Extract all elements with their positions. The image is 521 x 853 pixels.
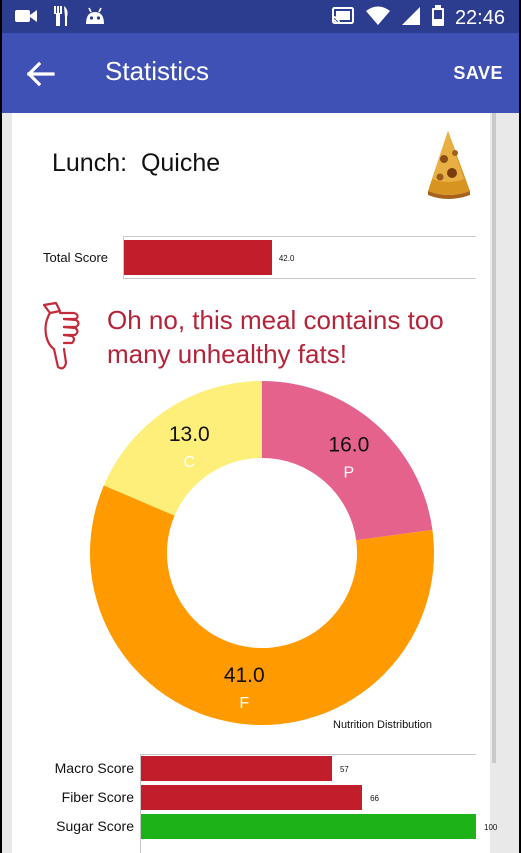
battery-icon	[431, 5, 445, 32]
fork-knife-icon	[52, 5, 70, 32]
total-score-top-line	[123, 236, 476, 237]
cast-icon	[331, 6, 355, 31]
status-bar-left	[14, 5, 106, 32]
total-score-label: Total Score	[43, 250, 109, 265]
score-label: Sugar Score	[56, 818, 134, 834]
slice-label-c: C	[184, 454, 196, 471]
android-icon	[84, 6, 106, 31]
status-bar-right: 22:46	[331, 5, 505, 32]
save-button[interactable]: SAVE	[453, 63, 503, 84]
app-bar: Statistics SAVE	[2, 33, 519, 113]
slice-value-f: 41.0	[224, 664, 265, 687]
app-screen: 22:46 Statistics SAVE Lunch: Quiche Tota…	[2, 0, 519, 853]
back-arrow-icon[interactable]	[24, 57, 58, 91]
warning-message: Oh no, this meal contains too many unhea…	[107, 305, 444, 369]
score-bar	[141, 785, 363, 810]
slice-value-p: 16.0	[328, 434, 369, 457]
slice-label-f: F	[239, 695, 249, 712]
total-score-bar	[124, 240, 272, 275]
score-value: 57	[339, 765, 349, 774]
page-title: Statistics	[105, 56, 210, 86]
scores-top-line	[140, 754, 476, 755]
signal-icon	[401, 6, 421, 31]
score-bar	[141, 814, 476, 839]
score-label: Macro Score	[54, 760, 134, 776]
total-score-value: 42.0	[278, 254, 295, 263]
chart-description: Nutrition Distribution	[333, 719, 433, 731]
score-value: 100	[484, 823, 498, 832]
score-bar	[141, 756, 332, 781]
video-camera-icon	[14, 7, 38, 30]
quiche-image	[422, 129, 474, 206]
scrollbar[interactable]	[492, 113, 496, 763]
donut-hole	[179, 470, 345, 636]
thumbs-down-icon	[38, 301, 84, 378]
slice-label-p: P	[344, 465, 355, 482]
clock-time: 22:46	[454, 7, 505, 29]
total-score-bottom-line	[123, 278, 476, 279]
score-value: 66	[370, 794, 379, 803]
nutrition-donut-chart: 16.0 P 41.0 F 13.0 C	[90, 381, 434, 725]
score-label: Fiber Score	[61, 789, 134, 805]
wifi-icon	[365, 6, 391, 31]
meal-title: Lunch: Quiche	[52, 149, 221, 177]
status-bar: 22:46	[2, 0, 519, 33]
slice-value-c: 13.0	[169, 423, 210, 446]
statistics-card: Lunch: Quiche Total Score 42.0 Oh no, th…	[12, 113, 497, 853]
